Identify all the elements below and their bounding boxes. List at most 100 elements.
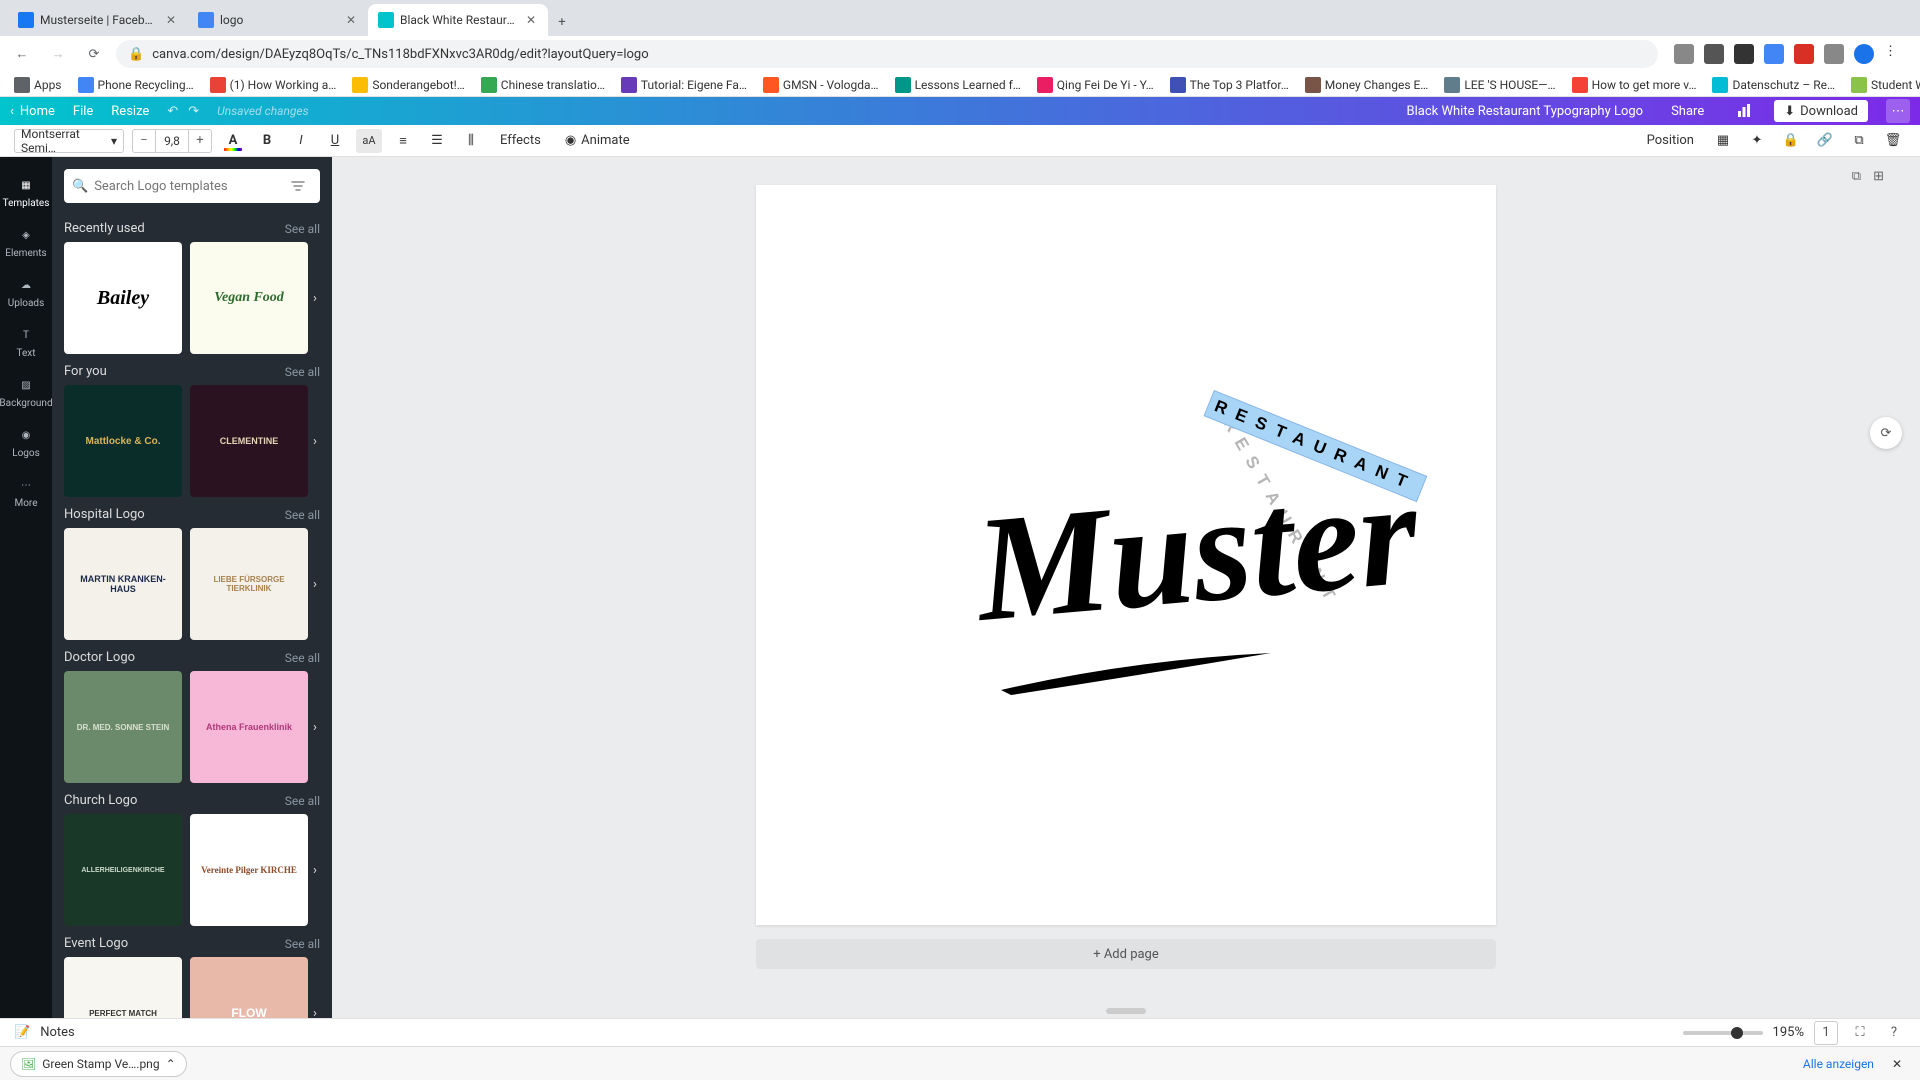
fullscreen-button[interactable]: ⛶	[1848, 1021, 1872, 1045]
delete-button[interactable]: 🗑	[1880, 129, 1906, 153]
bookmark-item[interactable]: Lessons Learned f…	[889, 75, 1027, 95]
back-button[interactable]: ←	[8, 40, 36, 68]
more-button[interactable]: ⋯	[1886, 99, 1910, 123]
bookmark-item[interactable]: The Top 3 Platfor…	[1164, 75, 1295, 95]
see-all-link[interactable]: See all	[285, 508, 320, 522]
template-thumbnail[interactable]: Athena Frauenklinik	[190, 671, 308, 783]
rail-item-uploads[interactable]: ☁Uploads	[0, 267, 52, 317]
see-all-link[interactable]: See all	[285, 937, 320, 951]
bookmark-item[interactable]: Phone Recycling…	[72, 75, 200, 95]
bookmark-item[interactable]: Qing Fei De Yi - Y…	[1031, 75, 1160, 95]
see-all-link[interactable]: See all	[285, 222, 320, 236]
underline-button[interactable]: U	[322, 129, 348, 153]
canvas-area[interactable]: ⧉ ⊞ RESTAURANT RESTAURANT Muster ⟳ + Add…	[332, 157, 1920, 1018]
bookmark-item[interactable]: Chinese translatio…	[475, 75, 611, 95]
see-all-link[interactable]: See all	[285, 794, 320, 808]
bookmark-item[interactable]: (1) How Working a…	[204, 75, 343, 95]
template-thumbnail[interactable]: Vereinte Pilger KIRCHE	[190, 814, 308, 926]
forward-button[interactable]: →	[44, 40, 72, 68]
ext-icon[interactable]	[1854, 44, 1874, 64]
align-button[interactable]: ≡	[390, 129, 416, 153]
animate-button[interactable]: ◉ Animate	[557, 129, 638, 153]
zoom-value[interactable]: 195%	[1773, 1025, 1804, 1040]
bookmark-item[interactable]: LEE 'S HOUSE—…	[1438, 75, 1561, 95]
bookmark-item[interactable]: Sonderangebot!…	[346, 75, 470, 95]
share-button[interactable]: Share	[1661, 100, 1714, 122]
search-input[interactable]	[94, 179, 278, 194]
show-all-downloads[interactable]: Alle anzeigen	[1803, 1057, 1874, 1071]
canvas-drag-handle[interactable]	[1106, 1008, 1146, 1014]
see-all-link[interactable]: See all	[285, 365, 320, 379]
rail-item-templates[interactable]: ▦Templates	[0, 167, 52, 217]
link-button[interactable]: 🔗	[1812, 129, 1838, 153]
spacing-button[interactable]: ⫼	[458, 129, 484, 153]
bookmark-item[interactable]: GMSN - Vologda…	[757, 75, 885, 95]
ext-icon[interactable]	[1794, 44, 1814, 64]
list-button[interactable]: ☰	[424, 129, 450, 153]
see-all-link[interactable]: See all	[285, 651, 320, 665]
browser-tab[interactable]: Musterseite | Facebook✕	[8, 4, 188, 36]
help-button[interactable]: ?	[1882, 1021, 1906, 1045]
uppercase-button[interactable]: aA	[356, 129, 382, 153]
rail-item-logos[interactable]: ◉Logos	[0, 417, 52, 467]
chevron-right-icon[interactable]: ›	[306, 712, 324, 742]
close-tab-icon[interactable]: ✕	[344, 13, 358, 27]
main-logo-text[interactable]: Muster	[969, 446, 1424, 656]
position-button[interactable]: Position	[1639, 129, 1702, 153]
undo-button[interactable]: ↶	[167, 104, 178, 119]
template-thumbnail[interactable]: CLEMENTINE	[190, 385, 308, 497]
font-size-value[interactable]: 9,8	[155, 130, 189, 152]
chevron-right-icon[interactable]: ›	[306, 283, 324, 313]
browser-tab[interactable]: logo✕	[188, 4, 368, 36]
redo-button[interactable]: ↷	[188, 104, 199, 119]
chevron-right-icon[interactable]: ›	[306, 426, 324, 456]
rail-item-text[interactable]: TText	[0, 317, 52, 367]
ext-icon[interactable]	[1734, 44, 1754, 64]
refresh-element-button[interactable]: ⟳	[1870, 417, 1902, 449]
template-thumbnail[interactable]: LIEBE FÜRSORGE TIERKLINIK	[190, 528, 308, 640]
template-thumbnail[interactable]: DR. MED. SONNE STEIN	[64, 671, 182, 783]
add-page-icon[interactable]: ⊞	[1873, 169, 1884, 184]
notes-button[interactable]: Notes	[40, 1025, 75, 1040]
document-title[interactable]: Black White Restaurant Typography Logo	[1407, 104, 1644, 119]
duplicate-button[interactable]: ⧉	[1846, 129, 1872, 153]
copy-style-button[interactable]: ✦	[1744, 129, 1770, 153]
bookmark-item[interactable]: Datenschutz – Re…	[1706, 75, 1841, 95]
filter-button[interactable]	[284, 172, 312, 200]
bookmark-item[interactable]: Student Wants an…	[1845, 75, 1920, 95]
bookmark-item[interactable]: Apps	[8, 75, 68, 95]
chevron-right-icon[interactable]: ›	[306, 998, 324, 1018]
rail-item-more[interactable]: ⋯More	[0, 467, 52, 517]
chevron-right-icon[interactable]: ›	[306, 855, 324, 885]
template-thumbnail[interactable]: Mattlocke & Co.	[64, 385, 182, 497]
bookmark-item[interactable]: Money Changes E…	[1299, 75, 1435, 95]
notes-icon[interactable]: 📝	[14, 1025, 30, 1040]
download-item[interactable]: 🖼 Green Stamp Ve….png ⌃	[10, 1051, 187, 1077]
effects-button[interactable]: Effects	[492, 129, 549, 153]
italic-button[interactable]: I	[288, 129, 314, 153]
ext-icon[interactable]	[1764, 44, 1784, 64]
browser-tab[interactable]: Black White Restaurant Typo…✕	[368, 4, 548, 36]
home-button[interactable]: ‹ Home	[10, 104, 55, 119]
bold-button[interactable]: B	[254, 129, 280, 153]
bookmark-item[interactable]: How to get more v…	[1566, 75, 1703, 95]
design-page[interactable]: RESTAURANT RESTAURANT Muster	[756, 185, 1496, 925]
text-color-button[interactable]: A	[220, 129, 246, 153]
chevron-right-icon[interactable]: ›	[306, 569, 324, 599]
underline-swoosh[interactable]	[991, 645, 1281, 705]
zoom-slider[interactable]	[1683, 1031, 1763, 1035]
close-tab-icon[interactable]: ✕	[524, 13, 538, 27]
template-thumbnail[interactable]: MARTIN KRANKEN-HAUS	[64, 528, 182, 640]
url-bar[interactable]: 🔒 canva.com/design/DAEyzq8OqTs/c_TNs118b…	[116, 40, 1658, 68]
resize-menu[interactable]: Resize	[111, 104, 149, 119]
template-thumbnail[interactable]: Bailey	[64, 242, 182, 354]
analytics-icon[interactable]	[1732, 99, 1756, 123]
duplicate-page-icon[interactable]: ⧉	[1852, 169, 1861, 184]
template-thumbnail[interactable]: FLOW	[190, 957, 308, 1018]
close-shelf-button[interactable]: ✕	[1884, 1057, 1910, 1071]
reload-button[interactable]: ⟳	[80, 40, 108, 68]
ext-icon[interactable]	[1704, 44, 1724, 64]
new-tab-button[interactable]: +	[548, 8, 576, 36]
transparency-button[interactable]: ▦	[1710, 129, 1736, 153]
template-thumbnail[interactable]: PERFECT MATCH	[64, 957, 182, 1018]
